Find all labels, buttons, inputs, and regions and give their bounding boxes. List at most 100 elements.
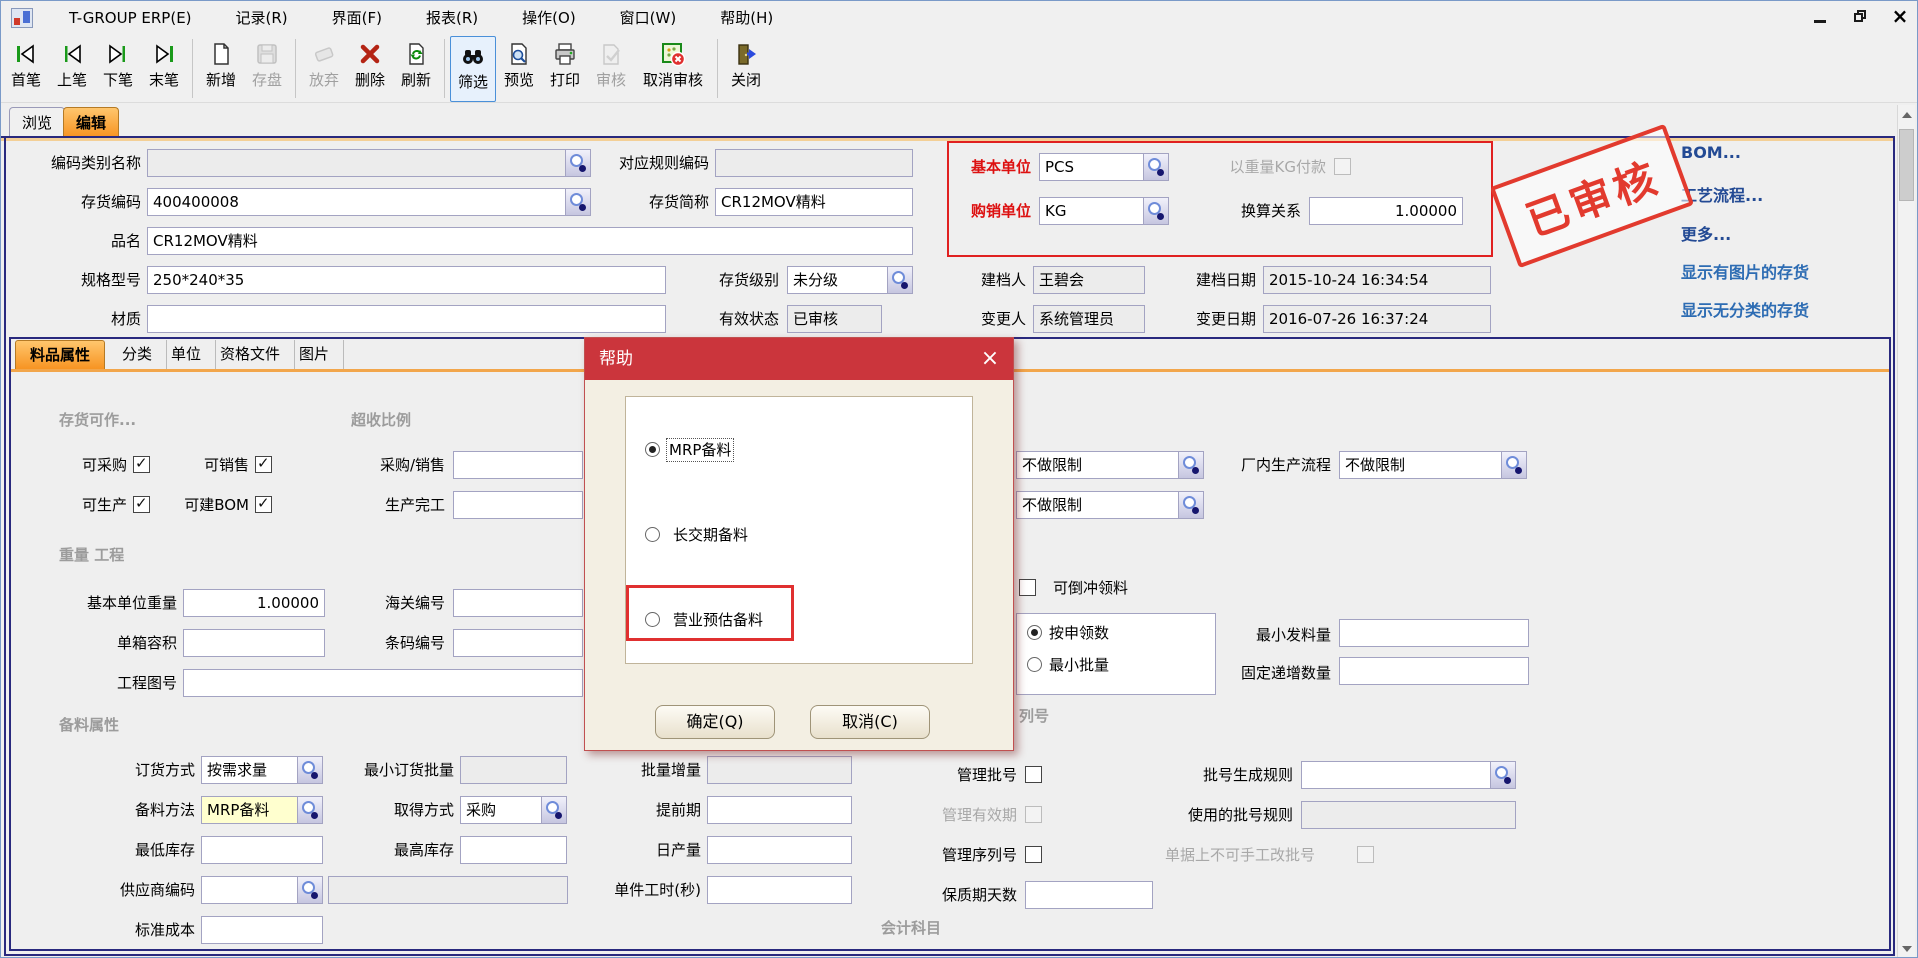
backflush-checkbox[interactable] xyxy=(1019,579,1036,596)
manage-batch-checkbox[interactable] xyxy=(1025,766,1042,783)
toolbar-separator xyxy=(295,39,296,98)
dialog-close-button[interactable]: × xyxy=(977,346,1003,372)
menu-interface[interactable]: 界面(F) xyxy=(310,1,404,35)
order-mode-field[interactable]: 按需求量 xyxy=(201,756,323,784)
last-record-button[interactable]: 末笔 xyxy=(141,35,187,102)
factory-flow-field[interactable]: 不做限制 xyxy=(1339,451,1527,479)
lookup-icon[interactable] xyxy=(1178,492,1203,518)
producible-checkbox[interactable] xyxy=(133,496,150,513)
prev-record-button[interactable]: 上笔 xyxy=(49,35,95,102)
tab-item-attributes[interactable]: 料品属性 xyxy=(15,340,105,369)
base-weight-field[interactable]: 1.00000 xyxy=(183,589,325,617)
first-record-button[interactable]: 首笔 xyxy=(3,35,49,102)
lookup-icon[interactable] xyxy=(297,877,322,903)
menu-report[interactable]: 报表(R) xyxy=(404,1,500,35)
tab-browse[interactable]: 浏览 xyxy=(9,107,65,137)
lookup-icon[interactable] xyxy=(297,757,322,783)
link-process-flow[interactable]: 工艺流程... xyxy=(1681,182,1763,206)
material-field[interactable] xyxy=(147,305,666,333)
close-button[interactable]: × xyxy=(1889,5,1911,27)
box-volume-field[interactable] xyxy=(183,629,325,657)
prod-finish-field[interactable] xyxy=(453,491,583,519)
lookup-icon[interactable] xyxy=(887,267,912,293)
level-field[interactable]: 未分级 xyxy=(787,266,913,294)
delete-button[interactable]: 删除 xyxy=(347,35,393,102)
long-lead-prep-radio[interactable] xyxy=(645,527,660,542)
customs-field[interactable] xyxy=(453,589,583,617)
lookup-icon[interactable] xyxy=(1501,452,1526,478)
filter-button[interactable]: 筛选 xyxy=(450,36,496,102)
scroll-down-button[interactable] xyxy=(1898,939,1915,958)
min-batch-radio[interactable] xyxy=(1027,657,1042,672)
min-stock-field[interactable] xyxy=(201,836,323,864)
link-show-with-images[interactable]: 显示有图片的存货 xyxy=(1681,259,1809,283)
shelf-days-field[interactable] xyxy=(1025,881,1153,909)
purchasable-checkbox[interactable] xyxy=(133,456,150,473)
vertical-scrollbar[interactable] xyxy=(1897,105,1915,958)
by-request-radio[interactable] xyxy=(1027,625,1042,640)
scrollbar-thumb[interactable] xyxy=(1899,129,1914,201)
manage-serial-checkbox[interactable] xyxy=(1025,846,1042,863)
menu-operation[interactable]: 操作(O) xyxy=(500,1,598,35)
max-stock-field[interactable] xyxy=(460,836,567,864)
fixed-increment-field[interactable] xyxy=(1339,657,1529,685)
menu-window[interactable]: 窗口(W) xyxy=(598,1,699,35)
drawing-no-field[interactable] xyxy=(183,669,583,697)
supplier-code-field[interactable] xyxy=(201,876,323,904)
ok-button[interactable]: 确定(Q) xyxy=(655,705,775,739)
new-button[interactable]: 新增 xyxy=(198,35,244,102)
lookup-icon[interactable] xyxy=(565,150,590,176)
item-name-field[interactable]: CR12MOV精料 xyxy=(147,227,913,255)
min-issue-field[interactable] xyxy=(1339,619,1529,647)
menu-help[interactable]: 帮助(H) xyxy=(698,1,795,35)
spec-field[interactable]: 250*240*35 xyxy=(147,266,666,294)
restriction-field-2[interactable]: 不做限制 xyxy=(1016,491,1204,519)
restriction-field-1[interactable]: 不做限制 xyxy=(1016,451,1204,479)
lookup-icon[interactable] xyxy=(541,797,566,823)
batch-increment-field xyxy=(707,756,852,784)
lookup-icon[interactable] xyxy=(1178,452,1203,478)
minimize-button[interactable] xyxy=(1809,5,1831,27)
link-more[interactable]: 更多... xyxy=(1681,221,1731,245)
item-code-field[interactable]: 400400008 xyxy=(147,188,591,216)
item-abbr-field[interactable]: CR12MOV精料 xyxy=(715,188,913,216)
close-form-button[interactable]: 关闭 xyxy=(723,35,769,102)
trade-unit-field[interactable]: KG xyxy=(1039,197,1169,225)
tab-edit[interactable]: 编辑 xyxy=(63,107,119,137)
barcode-field[interactable] xyxy=(453,629,583,657)
scroll-up-button[interactable] xyxy=(1898,105,1915,125)
mrp-prep-radio[interactable] xyxy=(645,442,660,457)
lookup-icon[interactable] xyxy=(297,797,322,823)
cancel-button[interactable]: 取消(C) xyxy=(810,705,930,739)
restore-button[interactable] xyxy=(1849,5,1871,27)
purchase-sale-field[interactable] xyxy=(453,451,583,479)
link-bom[interactable]: BOM... xyxy=(1681,143,1741,162)
next-record-button[interactable]: 下笔 xyxy=(95,35,141,102)
unit-hours-field[interactable] xyxy=(707,876,852,904)
sellable-checkbox[interactable] xyxy=(255,456,272,473)
lead-time-field[interactable] xyxy=(707,796,852,824)
preview-button[interactable]: 预览 xyxy=(496,35,542,102)
conversion-field[interactable]: 1.00000 xyxy=(1309,197,1463,225)
acquire-mode-label: 取得方式 xyxy=(381,796,454,824)
tab-qualification-files[interactable]: 资格文件 xyxy=(206,340,295,369)
toolbar: 首笔 上笔 下笔 末笔 新增 存盘 放弃 删除 xyxy=(1,35,1917,103)
refresh-button[interactable]: 刷新 xyxy=(393,35,439,102)
lookup-icon[interactable] xyxy=(1143,198,1168,224)
base-unit-field[interactable]: PCS xyxy=(1039,153,1169,181)
cancel-approve-button[interactable]: 取消审核 xyxy=(634,35,712,102)
prep-method-field[interactable]: MRP备料 xyxy=(201,796,323,824)
menu-tgroup-erp[interactable]: T-GROUP ERP(E) xyxy=(47,1,214,35)
acquire-mode-field[interactable]: 采购 xyxy=(460,796,567,824)
can-bom-checkbox[interactable] xyxy=(255,496,272,513)
lookup-icon[interactable] xyxy=(565,189,590,215)
menu-record[interactable]: 记录(R) xyxy=(214,1,310,35)
link-show-unclassified[interactable]: 显示无分类的存货 xyxy=(1681,297,1809,321)
print-button[interactable]: 打印 xyxy=(542,35,588,102)
daily-output-field[interactable] xyxy=(707,836,852,864)
batch-rule-field[interactable] xyxy=(1301,761,1516,789)
lookup-icon[interactable] xyxy=(1490,762,1515,788)
lookup-icon[interactable] xyxy=(1143,154,1168,180)
tab-image[interactable]: 图片 xyxy=(285,340,344,369)
std-cost-field[interactable] xyxy=(201,916,323,944)
